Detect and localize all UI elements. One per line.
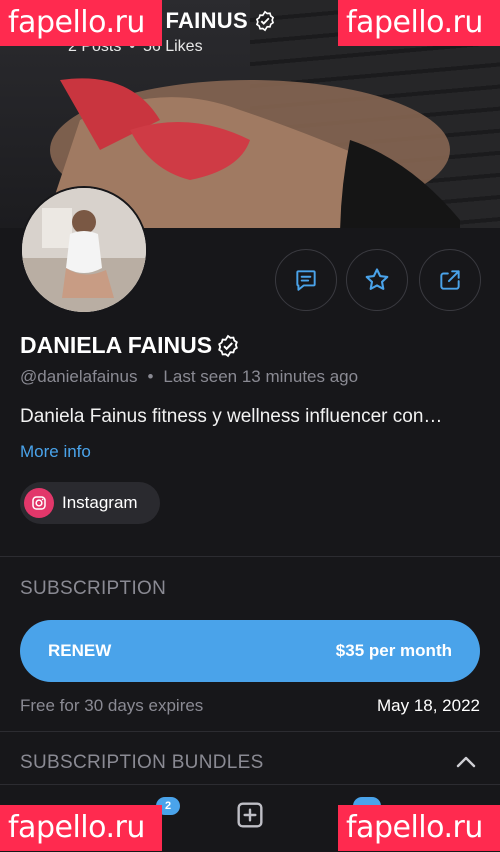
watermark-bottom-right: fapello.ru <box>338 805 500 851</box>
share-button[interactable] <box>419 249 481 311</box>
subscription-title: SUBSCRIPTION <box>20 578 167 599</box>
watermark-bottom-left: fapello.ru <box>0 805 162 851</box>
bundles-title: SUBSCRIPTION BUNDLES <box>20 752 264 773</box>
instagram-link[interactable]: Instagram <box>20 482 160 524</box>
renew-button[interactable]: RENEW $35 per month <box>20 620 480 682</box>
profile-handle: @danielafainus <box>20 367 138 386</box>
more-info-link[interactable]: More info <box>20 442 91 462</box>
profile-name: DANIELA FAINUS <box>20 332 240 359</box>
watermark-top-left: fapello.ru <box>0 0 162 46</box>
watermark-top-right: fapello.ru <box>338 0 500 46</box>
favorite-button[interactable] <box>346 249 408 311</box>
star-icon <box>365 268 389 290</box>
profile-name-text: DANIELA FAINUS <box>20 332 213 358</box>
share-icon <box>440 270 460 290</box>
add-post-icon <box>237 802 263 828</box>
divider <box>0 731 500 732</box>
verified-badge-icon <box>218 334 238 357</box>
chevron-up-icon[interactable] <box>455 754 477 770</box>
last-seen: Last seen 13 minutes ago <box>163 367 359 386</box>
avatar[interactable] <box>20 186 148 314</box>
nav-add-post[interactable] <box>228 793 272 837</box>
avatar-photo <box>22 188 146 312</box>
profile-bio: Daniela Fainus fitness y wellness influe… <box>20 406 443 427</box>
profile-meta: @danielafainus • Last seen 13 minutes ag… <box>20 367 358 387</box>
meta-separator: • <box>147 367 154 386</box>
divider <box>0 556 500 557</box>
message-icon <box>296 270 316 291</box>
instagram-label: Instagram <box>62 493 138 512</box>
message-button[interactable] <box>275 249 337 311</box>
subscription-expiry-date: May 18, 2022 <box>376 696 480 715</box>
instagram-icon <box>24 488 54 518</box>
verified-badge-icon <box>255 10 275 32</box>
renew-label: RENEW <box>48 641 112 660</box>
subscription-note: Free for 30 days expires <box>20 696 204 715</box>
renew-price: $35 per month <box>335 641 452 660</box>
